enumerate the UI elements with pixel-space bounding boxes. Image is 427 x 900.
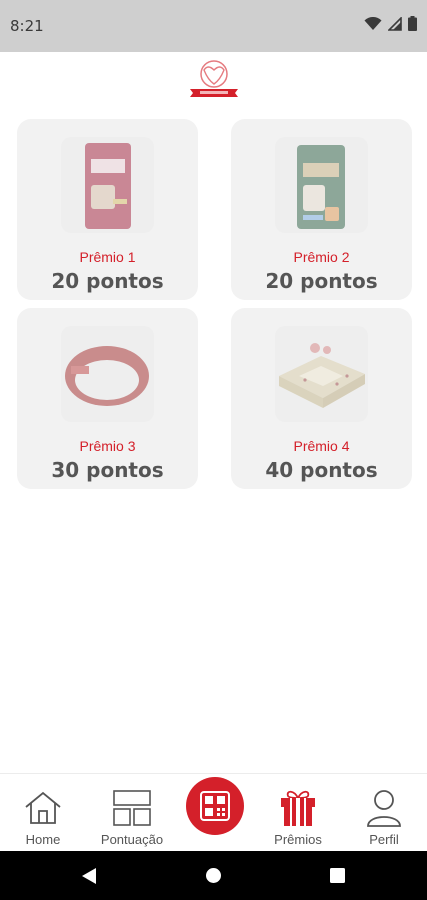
gift-icon — [278, 786, 318, 830]
user-icon — [366, 786, 402, 830]
system-nav-bar — [0, 851, 427, 900]
battery-icon — [408, 16, 417, 31]
nav-label-premios: Prêmios — [274, 832, 322, 847]
status-bar: 8:21 — [0, 0, 427, 52]
prize-label: Prêmio 1 — [79, 249, 136, 265]
back-icon[interactable] — [81, 867, 97, 885]
status-icons — [364, 16, 417, 31]
nav-label-home: Home — [25, 832, 61, 847]
status-time: 8:21 — [10, 17, 44, 35]
prize-points: 20 pontos — [51, 269, 164, 293]
prize-points: 40 pontos — [265, 458, 378, 482]
prize-points: 30 pontos — [51, 458, 164, 482]
nav-item-pontuacao[interactable]: Pontuação — [93, 774, 171, 852]
dog-food-bag-image — [275, 137, 368, 233]
prize-label: Prêmio 3 — [79, 438, 136, 454]
qr-code-icon — [200, 791, 230, 821]
prize-card[interactable]: Prêmio 1 20 pontos — [17, 119, 198, 300]
pet-collar-image — [61, 326, 154, 422]
prize-card[interactable]: Prêmio 3 30 pontos — [17, 308, 198, 489]
nav-item-home[interactable]: Home — [13, 774, 73, 852]
prize-card[interactable]: Prêmio 2 20 pontos — [231, 119, 412, 300]
prize-points: 20 pontos — [265, 269, 378, 293]
signal-icon — [388, 16, 402, 31]
nav-item-premios[interactable]: Prêmios — [268, 774, 328, 852]
nav-item-perfil[interactable]: Perfil — [354, 774, 414, 852]
brand-logo — [186, 58, 242, 102]
prize-label: Prêmio 4 — [293, 438, 350, 454]
cat-food-bag-image — [61, 137, 154, 233]
recents-icon[interactable] — [330, 868, 345, 883]
home-icon — [23, 786, 63, 830]
nav-label-perfil: Perfil — [369, 832, 399, 847]
home-button-icon[interactable] — [205, 867, 222, 884]
qr-scan-button[interactable] — [186, 777, 244, 835]
prize-card[interactable]: Prêmio 4 40 pontos — [231, 308, 412, 489]
pet-bed-image — [275, 326, 368, 422]
nav-label-pontuacao: Pontuação — [100, 832, 164, 847]
dashboard-icon — [112, 786, 152, 830]
wifi-icon — [364, 16, 382, 30]
prize-label: Prêmio 2 — [293, 249, 350, 265]
